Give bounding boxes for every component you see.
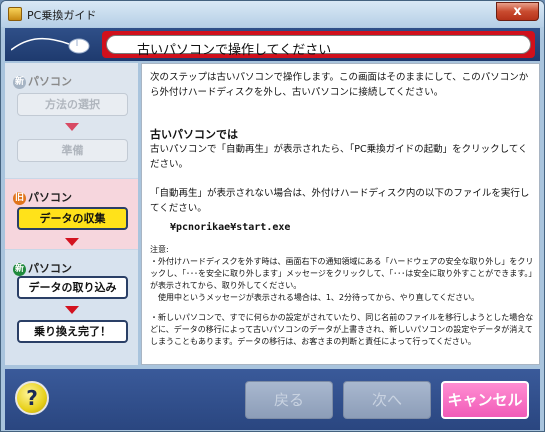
step-arrow-icon (65, 306, 79, 314)
header-title-frame: 古いパソコンで操作してください (102, 31, 535, 58)
section-heading: 古いパソコンでは (150, 128, 238, 141)
next-button[interactable]: 次へ (343, 381, 431, 419)
footer-bar: ? 戻る 次へ キャンセル (5, 369, 540, 430)
section-label: 新パソコン (13, 262, 72, 276)
help-button[interactable]: ? (15, 381, 49, 415)
step-data-import: データの取り込み (17, 276, 128, 299)
title-bar: PC乗換ガイド x (1, 1, 544, 27)
step-arrow-icon (65, 123, 79, 131)
header-banner: 古いパソコンで操作してください (5, 28, 540, 61)
step-sidebar: 新パソコン 方法の選択 準備 旧パソコン データの収集 新パソコン データの取り… (5, 63, 138, 365)
app-icon (8, 7, 22, 21)
sidebar-section-new-pc-2: 新パソコン データの取り込み 乗り換え完了！ (5, 250, 138, 365)
step-method-select: 方法の選択 (17, 93, 128, 116)
cancel-button[interactable]: キャンセル (441, 381, 529, 419)
note-item-1: ・外付けハードディスクを外す時は、画面右下の通知領域にある「ハードウェアの安全な… (150, 257, 534, 290)
sidebar-section-new-pc: 新パソコン 方法の選択 準備 (5, 63, 138, 178)
note-item-2: ・新しいパソコンで、すでに何らかの設定がされていたり、同じ名前のファイルを移行し… (150, 313, 534, 346)
instruction-panel: 次のステップは古いパソコンで操作します。この画面はそのままにして、このパソコンか… (141, 63, 540, 365)
step-arrow-icon (65, 238, 79, 246)
note-item-1b: 使用中というメッセージが表示される場合は、1、2分待ってから、やり直してください… (158, 293, 480, 302)
page-title: 古いパソコンで操作してください (137, 43, 332, 58)
wizard-window: PC乗換ガイド x 古いパソコンで操作してください 新パソコン 方法の選択 準備… (0, 0, 545, 432)
old-badge: 旧 (13, 191, 26, 205)
fallback-text: 「自動再生」が表示されない場合は、外付けハードディスク内の以下のファイルを実行し… (150, 188, 530, 214)
new-badge: 新 (13, 262, 26, 276)
new-badge: 新 (13, 75, 26, 89)
step-complete: 乗り換え完了！ (17, 320, 128, 343)
back-button[interactable]: 戻る (245, 381, 333, 419)
note-title: 注意: (150, 245, 169, 254)
section-label: 新パソコン (13, 75, 72, 89)
instruction-text: 古いパソコンで「自動再生」が表示されたら、「PC乗換ガイドの起動」をクリックして… (150, 144, 528, 170)
sidebar-section-old-pc: 旧パソコン データの収集 (5, 179, 138, 249)
step-preparation: 準備 (17, 139, 128, 162)
window-title: PC乗換ガイド (27, 9, 97, 22)
file-path: ¥pcnorikae¥start.exe (170, 222, 291, 233)
section-label: 旧パソコン (13, 191, 72, 205)
step-data-collection: データの収集 (17, 207, 128, 230)
close-button[interactable]: x (496, 2, 539, 21)
intro-text: 次のステップは古いパソコンで操作します。この画面はそのままにして、このパソコンか… (150, 72, 529, 98)
mouse-icon (11, 37, 90, 54)
